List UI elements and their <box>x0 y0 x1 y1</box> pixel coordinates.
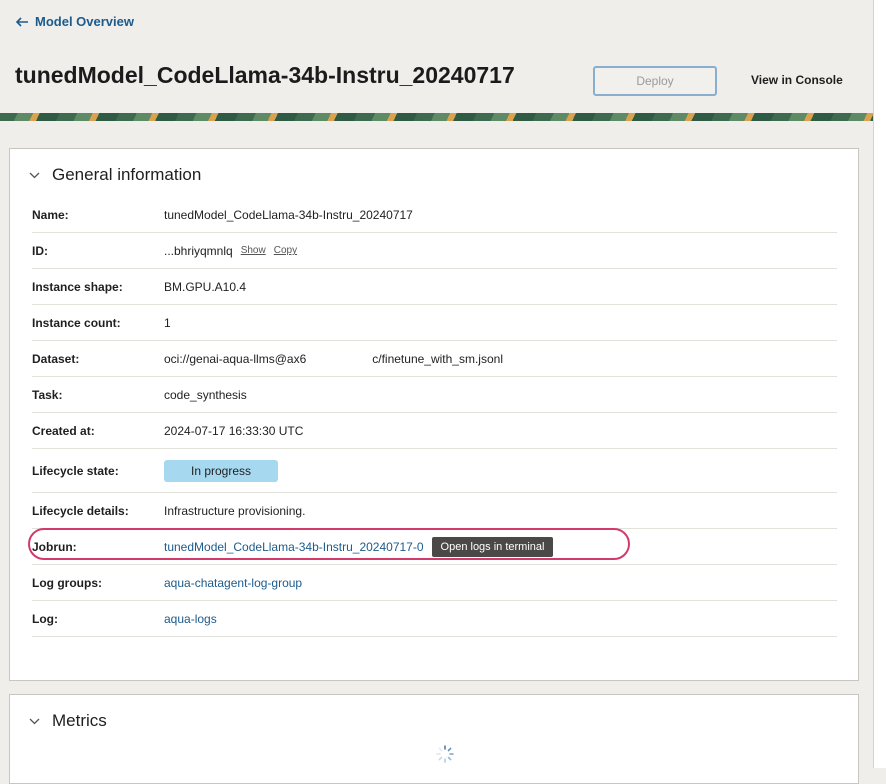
detail-row-lifecycle-details: Lifecycle details: Infrastructure provis… <box>32 493 837 529</box>
detail-label: Lifecycle state: <box>32 463 119 478</box>
dataset-path-start: oci://genai-aqua-llms@ax6 <box>164 351 307 366</box>
show-id-link[interactable]: Show <box>241 245 266 256</box>
chevron-down-icon <box>29 172 40 178</box>
details-list: Name: tunedModel_CodeLlama-34b-Instru_20… <box>28 197 837 637</box>
detail-value: tunedModel_CodeLlama-34b-Instru_20240717 <box>164 207 413 222</box>
open-logs-in-terminal-button[interactable]: Open logs in terminal <box>431 536 554 557</box>
detail-row-id: ID: ...bhriyqmnlq Show Copy <box>32 233 837 269</box>
dataset-path-end: c/finetune_with_sm.jsonl <box>372 351 503 366</box>
chevron-down-icon <box>29 718 40 724</box>
id-value: ...bhriyqmnlq <box>164 243 233 258</box>
metrics-panel: Metrics <box>9 694 859 784</box>
detail-label: Log: <box>32 611 58 626</box>
back-link[interactable]: Model Overview <box>15 14 134 29</box>
general-information-panel: General information Name: tunedModel_Cod… <box>9 148 859 681</box>
page-header: Model Overview tunedModel_CodeLlama-34b-… <box>0 0 873 121</box>
log-group-link[interactable]: aqua-chatagent-log-group <box>164 576 302 590</box>
detail-value: oci://genai-aqua-llms@ax6 c/finetune_wit… <box>164 352 503 366</box>
view-in-console-link[interactable]: View in Console <box>751 73 843 87</box>
detail-row-task: Task: code_synthesis <box>32 377 837 413</box>
status-badge: In progress <box>164 459 279 482</box>
detail-row-name: Name: tunedModel_CodeLlama-34b-Instru_20… <box>32 197 837 233</box>
arrow-left-icon <box>15 16 28 27</box>
detail-value: ...bhriyqmnlq Show Copy <box>164 244 297 258</box>
detail-value: BM.GPU.A10.4 <box>164 279 247 294</box>
general-section-toggle[interactable]: General information <box>29 165 201 185</box>
detail-row-instance-shape: Instance shape: BM.GPU.A10.4 <box>32 269 837 305</box>
jobrun-link[interactable]: tunedModel_CodeLlama-34b-Instru_20240717… <box>164 540 424 554</box>
section-title: General information <box>52 165 202 184</box>
detail-row-log-groups: Log groups: aqua-chatagent-log-group <box>32 565 837 601</box>
spinner-icon <box>436 745 454 763</box>
copy-id-link[interactable]: Copy <box>274 245 297 256</box>
scrollbar-track[interactable] <box>873 0 886 768</box>
detail-value: Infrastructure provisioning. <box>164 503 306 518</box>
detail-label: Dataset: <box>32 351 80 366</box>
detail-label: Jobrun: <box>32 539 77 554</box>
detail-label: ID: <box>32 243 48 258</box>
detail-label: Instance shape: <box>32 279 123 294</box>
detail-label: Task: <box>32 387 63 402</box>
back-link-label: Model Overview <box>35 14 134 29</box>
detail-row-instance-count: Instance count: 1 <box>32 305 837 341</box>
log-link[interactable]: aqua-logs <box>164 612 217 626</box>
detail-label: Created at: <box>32 423 95 438</box>
header-banner <box>0 113 873 121</box>
detail-row-dataset: Dataset: oci://genai-aqua-llms@ax6 c/fin… <box>32 341 837 377</box>
detail-row-log: Log: aqua-logs <box>32 601 837 637</box>
detail-label: Name: <box>32 207 69 222</box>
detail-value: tunedModel_CodeLlama-34b-Instru_20240717… <box>164 536 554 557</box>
detail-label: Lifecycle details: <box>32 503 129 518</box>
detail-value: 1 <box>164 315 171 330</box>
detail-value: 2024-07-17 16:33:30 UTC <box>164 423 304 438</box>
page-title: tunedModel_CodeLlama-34b-Instru_20240717 <box>15 62 515 88</box>
metrics-section-toggle[interactable]: Metrics <box>29 711 107 731</box>
detail-row-created-at: Created at: 2024-07-17 16:33:30 UTC <box>32 413 837 449</box>
detail-row-lifecycle-state: Lifecycle state: In progress <box>32 449 837 493</box>
detail-value: code_synthesis <box>164 387 247 402</box>
detail-row-jobrun: Jobrun: tunedModel_CodeLlama-34b-Instru_… <box>28 528 837 565</box>
detail-label: Instance count: <box>32 315 121 330</box>
detail-label: Log groups: <box>32 575 102 590</box>
section-title: Metrics <box>52 711 107 730</box>
detail-value: In progress <box>164 459 279 482</box>
deploy-button[interactable]: Deploy <box>593 66 717 96</box>
